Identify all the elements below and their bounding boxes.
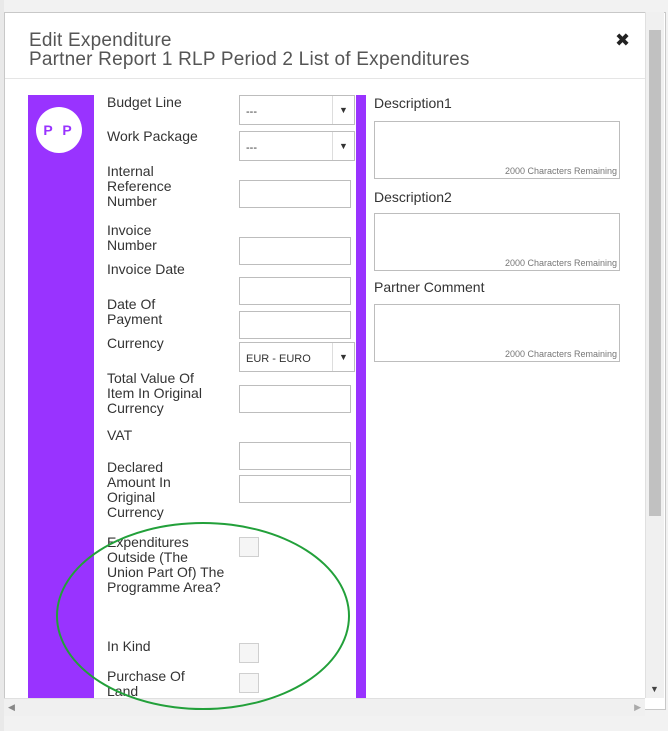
partner-comment-counter: 2000 Characters Remaining xyxy=(504,349,617,359)
declared-amount-label: Declared Amount In Original Currency xyxy=(107,459,171,520)
edit-expenditure-dialog: Edit Expenditure Partner Report 1 RLP Pe… xyxy=(4,12,666,710)
chevron-down-icon: ▼ xyxy=(332,343,354,371)
dialog-title-line2: Partner Report 1 RLP Period 2 List of Ex… xyxy=(29,49,470,70)
close-icon[interactable]: ✖ xyxy=(615,31,630,49)
description1-counter: 2000 Characters Remaining xyxy=(504,166,617,176)
scrollbar-thumb[interactable] xyxy=(649,30,661,516)
dialog-title: Edit Expenditure Partner Report 1 RLP Pe… xyxy=(29,31,470,69)
invoice-number-label: Invoice Number xyxy=(107,222,157,253)
description2-label: Description2 xyxy=(374,189,452,205)
partner-comment-textarea[interactable]: 2000 Characters Remaining xyxy=(374,304,620,362)
purchase-of-land-checkbox[interactable] xyxy=(239,673,259,693)
column-divider-bar xyxy=(356,95,366,709)
currency-select[interactable]: EUR - EURO ▼ xyxy=(239,342,355,372)
internal-reference-label: Internal Reference Number xyxy=(107,163,172,209)
invoice-date-label: Invoice Date xyxy=(107,261,185,277)
budget-line-select[interactable]: --- ▼ xyxy=(239,95,355,125)
scroll-left-icon[interactable]: ◀ xyxy=(8,702,15,713)
work-package-value: --- xyxy=(246,142,257,154)
in-kind-label: In Kind xyxy=(107,638,151,654)
invoice-number-input[interactable] xyxy=(239,237,351,265)
dialog-title-line1: Edit Expenditure xyxy=(29,30,172,51)
work-package-label: Work Package xyxy=(107,128,198,144)
currency-label: Currency xyxy=(107,335,164,351)
description2-counter: 2000 Characters Remaining xyxy=(504,258,617,268)
chevron-down-icon: ▼ xyxy=(332,96,354,124)
description1-label: Description1 xyxy=(374,95,452,111)
declared-amount-input[interactable] xyxy=(239,475,351,503)
horizontal-scrollbar[interactable]: ◀ ▶ xyxy=(4,698,645,716)
date-of-payment-input[interactable] xyxy=(239,311,351,339)
budget-line-value: --- xyxy=(246,106,257,118)
internal-reference-input[interactable] xyxy=(239,180,351,208)
dialog-body: P P Budget Line --- ▼ Work Package --- ▼… xyxy=(5,79,649,709)
scroll-down-icon[interactable]: ▼ xyxy=(650,684,659,694)
scroll-right-icon[interactable]: ▶ xyxy=(634,702,641,713)
total-value-input[interactable] xyxy=(239,385,351,413)
expenditures-outside-checkbox[interactable] xyxy=(239,537,259,557)
partner-color-bar xyxy=(28,95,94,709)
in-kind-checkbox[interactable] xyxy=(239,643,259,663)
vertical-scrollbar[interactable]: ▼ xyxy=(645,12,664,698)
budget-line-label: Budget Line xyxy=(107,94,182,110)
work-package-select[interactable]: --- ▼ xyxy=(239,131,355,161)
chevron-down-icon: ▼ xyxy=(332,132,354,160)
partner-comment-label: Partner Comment xyxy=(374,279,485,295)
description2-textarea[interactable]: 2000 Characters Remaining xyxy=(374,213,620,271)
invoice-date-input[interactable] xyxy=(239,277,351,305)
dialog-header: Edit Expenditure Partner Report 1 RLP Pe… xyxy=(5,13,649,79)
description1-textarea[interactable]: 2000 Characters Remaining xyxy=(374,121,620,179)
purchase-of-land-label: Purchase Of Land xyxy=(107,668,185,699)
expenditures-outside-label: Expenditures Outside (The Union Part Of)… xyxy=(107,534,225,595)
total-value-label: Total Value Of Item In Original Currency xyxy=(107,370,202,416)
partner-avatar: P P xyxy=(36,107,82,153)
vat-input[interactable] xyxy=(239,442,351,470)
vat-label: VAT xyxy=(107,427,133,443)
date-of-payment-label: Date Of Payment xyxy=(107,296,163,327)
page-background xyxy=(0,0,668,12)
currency-value: EUR - EURO xyxy=(246,353,311,365)
